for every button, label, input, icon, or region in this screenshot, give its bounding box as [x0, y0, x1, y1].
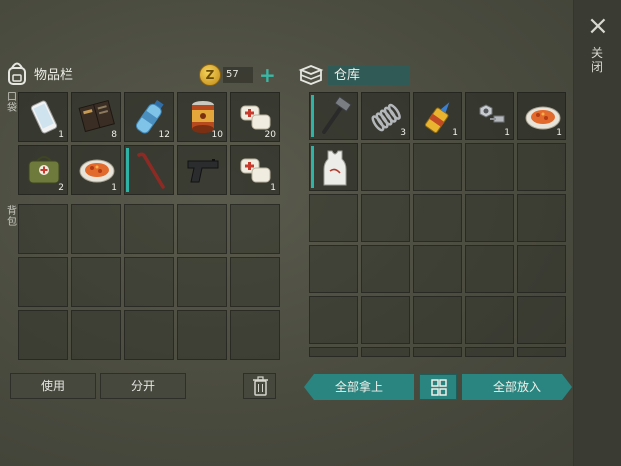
coin-count: 57 [223, 67, 253, 83]
warehouse-header: 仓库 [298, 64, 410, 86]
pocket-slot[interactable]: 20 [230, 92, 280, 142]
take-all-button[interactable]: 全部拿上 [304, 374, 414, 400]
coin-icon: Z [199, 64, 221, 86]
warehouse-slot[interactable] [309, 143, 358, 191]
item-quantity: 1 [111, 183, 117, 193]
backpack-icon [8, 62, 26, 85]
warehouse-slot[interactable] [309, 347, 358, 357]
item-quantity: 1 [504, 128, 510, 138]
close-icon[interactable]: × [587, 13, 609, 39]
warehouse-slot[interactable] [517, 347, 566, 357]
pistol-icon [187, 159, 219, 183]
put-all-button[interactable]: 全部放入 [462, 374, 572, 400]
warehouse-slot[interactable]: 1 [413, 92, 462, 140]
item-quantity: 10 [211, 130, 223, 140]
warehouse-slot[interactable]: 1 [465, 92, 514, 140]
warehouse-slot[interactable] [361, 296, 410, 344]
backpack-slot[interactable] [18, 310, 68, 360]
backpack-slot[interactable] [124, 257, 174, 307]
inventory-title: 物品栏 [34, 67, 74, 83]
backpack-grid [18, 204, 280, 360]
backpack-slot[interactable] [230, 204, 280, 254]
crowbar-icon [137, 152, 165, 189]
item-quantity: 12 [158, 130, 170, 140]
backpack-label: 背包 [7, 206, 17, 228]
pocket-grid: 1 8 12 10 20 2 1 1 [18, 92, 280, 195]
warehouse-slot[interactable] [361, 194, 410, 242]
item-quantity: 1 [58, 130, 64, 140]
warehouse-slot[interactable] [413, 245, 462, 293]
use-button[interactable]: 使用 [10, 373, 96, 399]
backpack-slot[interactable] [71, 257, 121, 307]
hammer-icon [322, 96, 352, 134]
backpack-slot[interactable] [124, 204, 174, 254]
pocket-slot[interactable]: 8 [71, 92, 121, 142]
item-quantity: 8 [111, 130, 117, 140]
warehouse-slot[interactable] [517, 296, 566, 344]
backpack-slot[interactable] [230, 310, 280, 360]
warehouse-slot[interactable] [361, 347, 410, 357]
warehouse-slot[interactable] [517, 194, 566, 242]
sort-grid-icon [431, 379, 447, 396]
warehouse-slot[interactable] [361, 245, 410, 293]
close-sidebar: × 关闭 [573, 0, 621, 466]
item-quantity: 2 [58, 183, 64, 193]
warehouse-slot[interactable] [309, 92, 358, 140]
warehouse-grid: 3 1 1 1 [309, 92, 566, 357]
pocket-slot[interactable] [124, 145, 174, 195]
backpack-slot[interactable] [18, 204, 68, 254]
storage-box-icon [298, 65, 324, 85]
warehouse-slot[interactable] [465, 296, 514, 344]
backpack-slot[interactable] [230, 257, 280, 307]
backpack-slot[interactable] [177, 204, 227, 254]
warehouse-slot[interactable]: 1 [517, 92, 566, 140]
warehouse-slot[interactable] [309, 194, 358, 242]
split-button[interactable]: 分开 [100, 373, 186, 399]
coin-counter: Z 57 + [199, 64, 276, 86]
warehouse-slot[interactable] [413, 347, 462, 357]
warehouse-slot[interactable] [465, 347, 514, 357]
warehouse-slot[interactable] [413, 296, 462, 344]
warehouse-slot[interactable] [309, 245, 358, 293]
warehouse-slot[interactable] [465, 245, 514, 293]
sort-button[interactable] [419, 374, 457, 400]
pocket-slot[interactable]: 1 [230, 145, 280, 195]
trash-icon [253, 376, 268, 396]
warehouse-slot[interactable] [517, 245, 566, 293]
inventory-header: 物品栏 [6, 60, 73, 86]
pocket-slot[interactable]: 1 [71, 145, 121, 195]
backpack-slot[interactable] [71, 204, 121, 254]
backpack-slot[interactable] [177, 310, 227, 360]
warehouse-slot[interactable] [413, 143, 462, 191]
pocket-slot[interactable] [177, 145, 227, 195]
backpack-slot[interactable] [124, 310, 174, 360]
item-quantity: 1 [556, 128, 562, 138]
warehouse-slot[interactable]: 3 [361, 92, 410, 140]
item-quantity: 1 [452, 128, 458, 138]
warehouse-title: 仓库 [328, 65, 410, 85]
close-label[interactable]: 关闭 [590, 46, 604, 74]
warehouse-slot[interactable] [465, 194, 514, 242]
warehouse-slot[interactable] [517, 143, 566, 191]
item-quantity: 1 [270, 183, 276, 193]
warehouse-slot[interactable] [309, 296, 358, 344]
backpack-slot[interactable] [177, 257, 227, 307]
pocket-slot[interactable]: 12 [124, 92, 174, 142]
warehouse-slot[interactable] [361, 143, 410, 191]
warehouse-slot[interactable] [413, 194, 462, 242]
tank-top-icon [323, 150, 347, 186]
backpack-slot[interactable] [71, 310, 121, 360]
item-quantity: 3 [400, 128, 406, 138]
pocket-slot[interactable]: 10 [177, 92, 227, 142]
backpack-slot[interactable] [18, 257, 68, 307]
pocket-slot[interactable]: 1 [18, 92, 68, 142]
add-coins-button[interactable]: + [259, 65, 276, 85]
item-quantity: 20 [264, 130, 276, 140]
pocket-label: 口袋 [7, 92, 17, 114]
trash-button[interactable] [243, 373, 276, 399]
pocket-slot[interactable]: 2 [18, 145, 68, 195]
warehouse-slot[interactable] [465, 143, 514, 191]
